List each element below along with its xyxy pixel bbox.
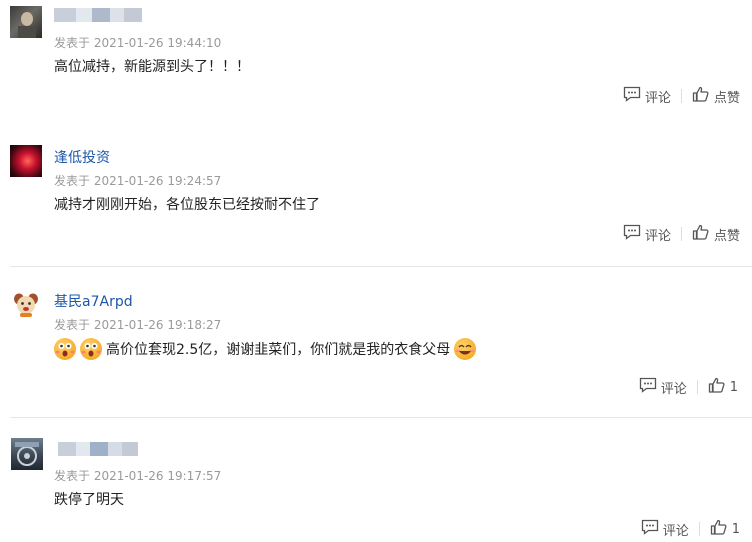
action-separator	[698, 522, 700, 536]
like-button[interactable]: 点赞	[692, 224, 740, 244]
author-name[interactable]: 基民a7Arpd	[54, 291, 133, 311]
post-time: 发表于 2021-01-26 19:24:57	[54, 174, 222, 188]
like-count: 1	[731, 521, 740, 537]
comment-text: 高位减持，新能源到头了！！！	[54, 59, 250, 75]
comment-bubble-icon	[623, 224, 641, 244]
post-time: 发表于 2021-01-26 19:44:10	[54, 36, 222, 50]
thumbs-up-icon	[710, 519, 728, 539]
author-name-blurred[interactable]	[54, 8, 142, 22]
comment-bubble-icon	[641, 519, 659, 539]
reply-label: 评论	[660, 381, 687, 397]
comment-actions: 评论 点赞	[623, 224, 740, 244]
surprised-face-emoji	[80, 338, 102, 360]
comment-actions: 评论 1	[639, 377, 738, 397]
avatar[interactable]	[10, 145, 42, 177]
thumbs-up-icon	[708, 377, 726, 397]
action-separator	[680, 227, 682, 241]
smiling-face-emoji	[454, 338, 477, 360]
like-label: 点赞	[713, 228, 740, 244]
comment-divider	[10, 417, 752, 418]
reply-button[interactable]: 评论	[623, 224, 671, 244]
action-separator	[680, 89, 682, 103]
comment-text-body: 高价位套现2.5亿，谢谢韭菜们，你们就是我的衣食父母	[106, 342, 451, 358]
reply-button[interactable]: 评论	[623, 86, 671, 106]
like-button[interactable]: 1	[710, 519, 740, 539]
avatar[interactable]	[12, 290, 40, 318]
comment-bubble-icon	[623, 86, 641, 106]
comment-text: 跌停了明天	[54, 492, 124, 508]
reply-button[interactable]: 评论	[639, 377, 687, 397]
comment-item: 发表于 2021-01-26 19:44:10 高位减持，新能源到头了！！！ 评…	[0, 0, 752, 120]
comment-bubble-icon	[639, 377, 657, 397]
like-label: 点赞	[713, 90, 740, 106]
like-button[interactable]: 点赞	[692, 86, 740, 106]
like-button[interactable]: 1	[708, 377, 738, 397]
comment-text: 减持才刚刚开始，各位股东已经按耐不住了	[54, 197, 320, 213]
avatar[interactable]	[10, 6, 42, 38]
author-name-blurred[interactable]	[58, 442, 138, 456]
post-time: 发表于 2021-01-26 19:17:57	[54, 469, 222, 483]
reply-label: 评论	[644, 90, 671, 106]
post-time: 发表于 2021-01-26 19:18:27	[54, 318, 222, 332]
comment-text: 高价位套现2.5亿，谢谢韭菜们，你们就是我的衣食父母	[54, 338, 477, 360]
comment-actions: 评论 1	[641, 519, 740, 539]
reply-label: 评论	[644, 228, 671, 244]
thumbs-up-icon	[692, 224, 710, 244]
thumbs-up-icon	[692, 86, 710, 106]
reply-label: 评论	[662, 523, 689, 539]
comment-actions: 评论 点赞	[623, 86, 740, 106]
comment-divider	[10, 266, 752, 267]
like-count: 1	[729, 379, 738, 395]
action-separator	[696, 380, 698, 394]
avatar[interactable]	[11, 438, 43, 470]
surprised-face-emoji	[54, 338, 76, 360]
author-name[interactable]: 逢低投资	[54, 147, 110, 167]
reply-button[interactable]: 评论	[641, 519, 689, 539]
